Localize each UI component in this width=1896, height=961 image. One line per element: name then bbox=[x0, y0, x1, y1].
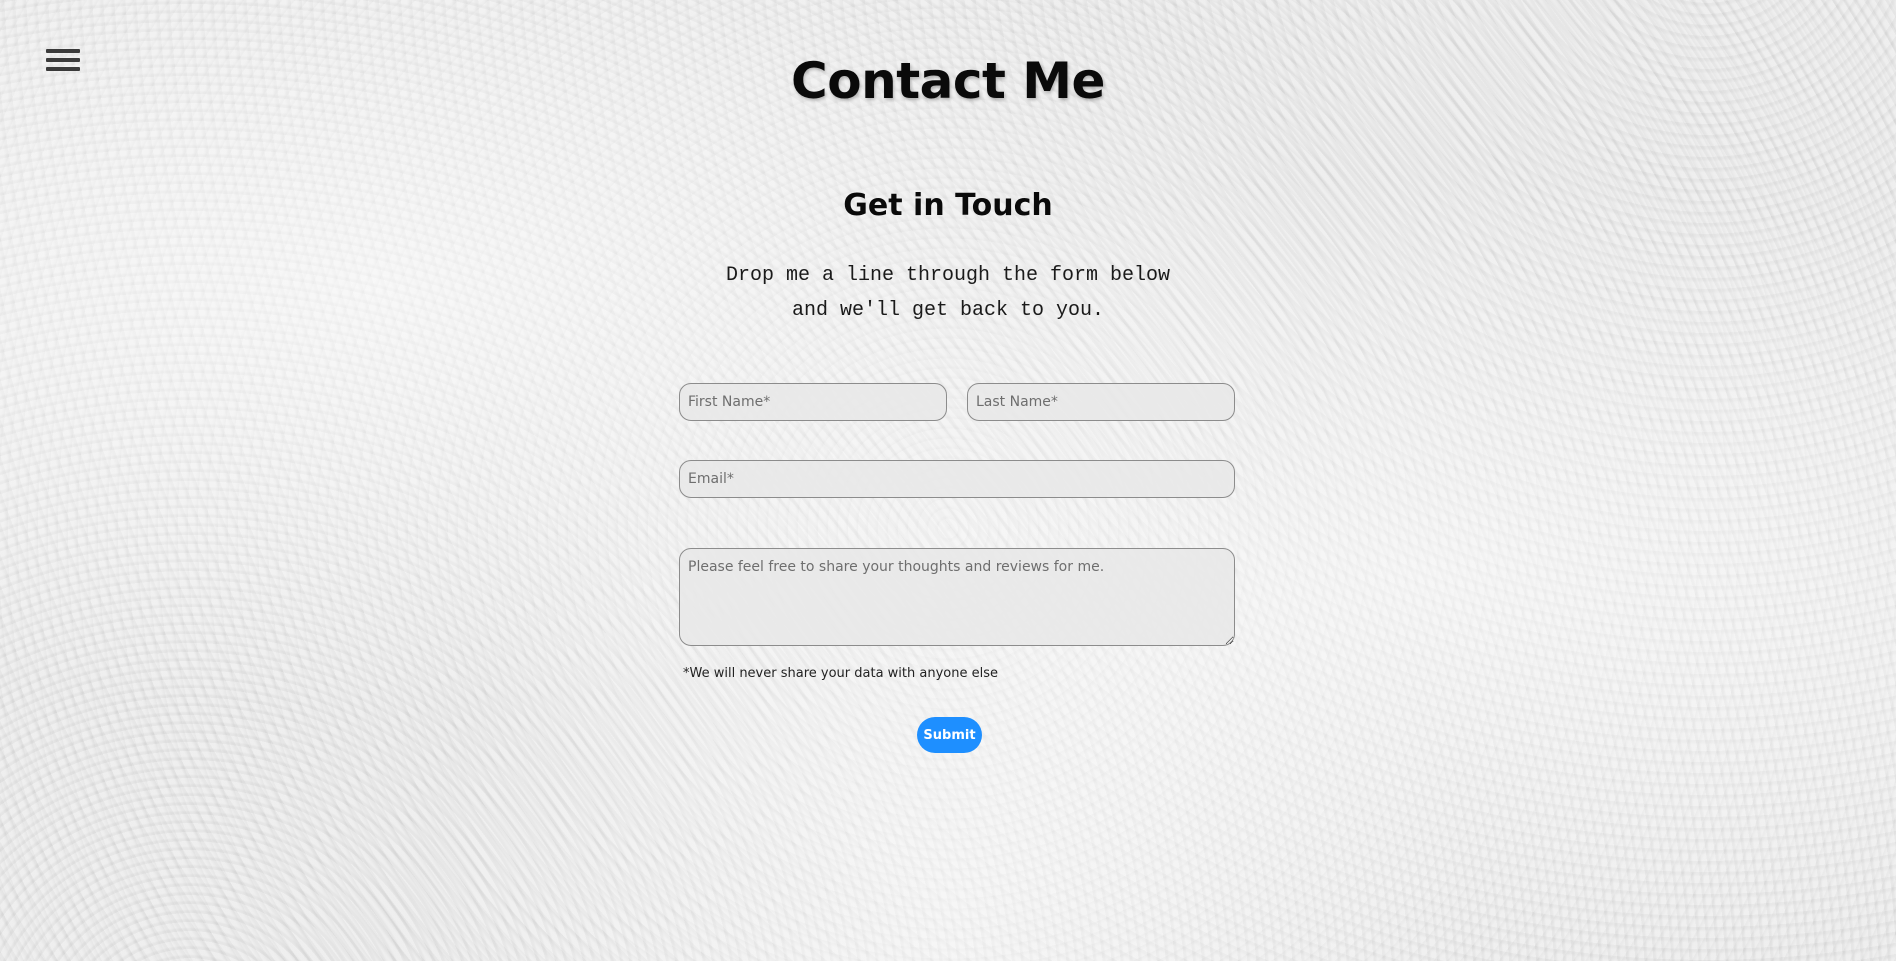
last-name-field[interactable] bbox=[967, 383, 1235, 421]
submit-button[interactable]: Submit bbox=[917, 717, 982, 753]
intro-text: Drop me a line through the form below an… bbox=[0, 258, 1896, 328]
first-name-field[interactable] bbox=[679, 383, 947, 421]
intro-line-1: Drop me a line through the form below bbox=[725, 264, 1171, 287]
privacy-disclaimer: *We will never share your data with anyo… bbox=[683, 666, 998, 681]
email-field[interactable] bbox=[679, 460, 1235, 498]
intro-line-2: and we'll get back to you. bbox=[791, 299, 1105, 322]
page-title: Contact Me bbox=[791, 52, 1105, 110]
section-title: Get in Touch bbox=[843, 188, 1053, 223]
message-textarea[interactable] bbox=[679, 548, 1235, 646]
